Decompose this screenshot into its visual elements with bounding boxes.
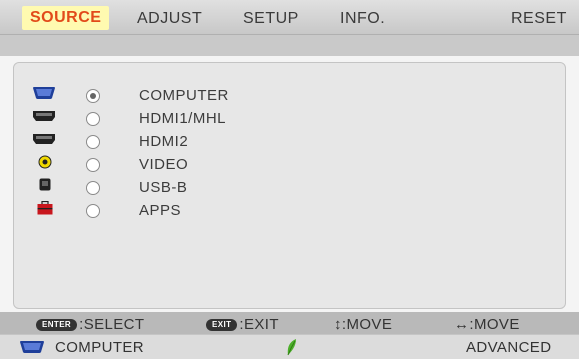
tab-reset[interactable]: RESET: [511, 7, 567, 31]
source-list-panel: COMPUTER HDMI1/MHL HDMI2 VIDEO USB-B APP…: [13, 62, 566, 309]
radio-hdmi2[interactable]: [86, 135, 100, 149]
source-label: COMPUTER: [139, 87, 229, 104]
select-hint: ENTER:SELECT: [36, 316, 144, 334]
move-vertical-hint: ↕:MOVE: [334, 316, 393, 333]
move-horizontal-hint: ↔:MOVE: [454, 316, 520, 333]
source-label: APPS: [139, 202, 182, 219]
source-item-video[interactable]: VIDEO: [14, 155, 565, 179]
apps-toolbox-icon: [37, 201, 53, 215]
source-item-apps[interactable]: APPS: [14, 201, 565, 225]
source-item-hdmi2[interactable]: HDMI2: [14, 132, 565, 156]
source-item-computer[interactable]: COMPUTER: [14, 86, 565, 110]
current-source-label: COMPUTER: [55, 339, 145, 356]
source-label: VIDEO: [139, 156, 189, 173]
submenu-strip: [0, 35, 579, 56]
computer-port-icon: [20, 341, 44, 353]
radio-hdmi1[interactable]: [86, 112, 100, 126]
radio-apps[interactable]: [86, 204, 100, 218]
eco-leaf-icon: [287, 339, 296, 356]
tab-setup[interactable]: SETUP: [243, 7, 299, 31]
computer-port-icon: [33, 87, 55, 99]
exit-key-icon: EXIT: [206, 319, 238, 331]
radio-video[interactable]: [86, 158, 100, 172]
exit-hint-label: :EXIT: [239, 316, 279, 333]
source-label: HDMI2: [139, 133, 189, 150]
tab-info[interactable]: INFO.: [340, 7, 385, 31]
hdmi-port-icon: [33, 111, 55, 121]
radio-computer[interactable]: [86, 89, 100, 103]
usb-b-port-icon: [39, 178, 51, 191]
exit-hint: EXIT:EXIT: [206, 316, 279, 334]
menu-tab-bar: SOURCE ADJUST SETUP INFO. RESET: [0, 0, 579, 35]
source-item-hdmi1[interactable]: HDMI1/MHL: [14, 109, 565, 133]
radio-usb-b[interactable]: [86, 181, 100, 195]
select-hint-label: :SELECT: [79, 316, 145, 333]
video-port-icon: [38, 155, 52, 169]
menu-mode-label: ADVANCED: [466, 339, 552, 356]
enter-key-icon: ENTER: [36, 319, 78, 331]
tab-source[interactable]: SOURCE: [22, 6, 110, 30]
source-item-usb-b[interactable]: USB-B: [14, 178, 565, 202]
hdmi-port-icon: [33, 134, 55, 144]
source-label: HDMI1/MHL: [139, 110, 227, 127]
tab-adjust[interactable]: ADJUST: [137, 7, 202, 31]
source-label: USB-B: [139, 179, 188, 196]
status-bar: COMPUTER ADVANCED: [0, 334, 579, 359]
